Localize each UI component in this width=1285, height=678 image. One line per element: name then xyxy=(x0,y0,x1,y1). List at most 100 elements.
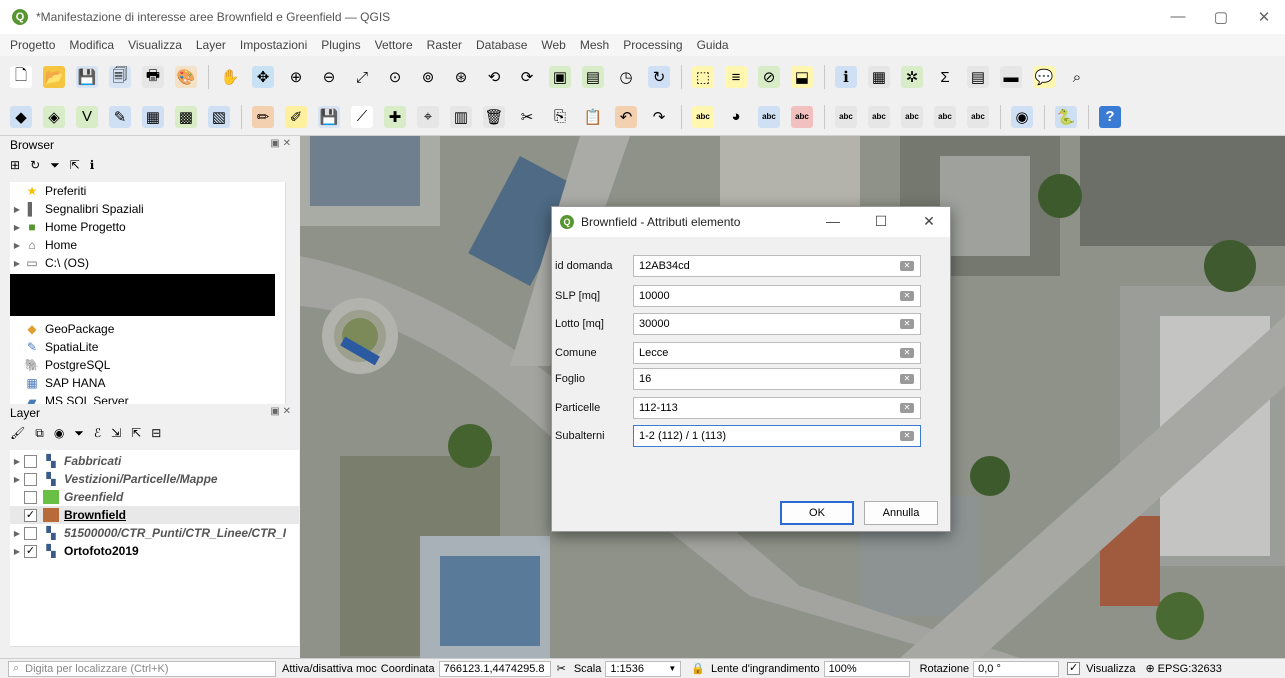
clear-field-icon[interactable]: ✕ xyxy=(900,319,914,329)
paste-features-icon[interactable]: 📋 xyxy=(582,105,604,128)
annotation-icon[interactable]: 💬 xyxy=(1033,66,1055,88)
lotto-input[interactable]: 30000 ✕ xyxy=(633,313,921,335)
dialog-close-button[interactable]: ✕ xyxy=(920,213,938,230)
zoom-in-icon[interactable]: ⊕ xyxy=(285,66,307,88)
new-project-icon[interactable]: 🗋 xyxy=(10,66,32,88)
highlight-labels-icon[interactable]: abc xyxy=(758,105,780,128)
render-checkbox[interactable]: ✓ xyxy=(1067,662,1081,675)
filter-browser-icon[interactable]: ⏷ xyxy=(50,158,60,173)
statistics-icon[interactable]: Σ xyxy=(934,66,956,88)
collapse-all-icon[interactable]: ⇱ xyxy=(70,158,80,172)
measure-icon[interactable]: ▤ xyxy=(967,66,989,88)
minimize-button[interactable]: — xyxy=(1168,8,1188,25)
add-feature-icon[interactable]: ✚ xyxy=(384,105,406,128)
cut-features-icon[interactable]: ✂ xyxy=(516,105,538,128)
menu-database[interactable]: Database xyxy=(476,38,527,52)
close-window-button[interactable]: ✕ xyxy=(1254,8,1274,26)
menu-raster[interactable]: Raster xyxy=(427,38,462,52)
zoom-next-icon[interactable]: ⟳ xyxy=(516,66,538,88)
menu-progetto[interactable]: Progetto xyxy=(10,38,55,52)
rotate-label-icon[interactable]: abc xyxy=(901,105,923,128)
save-edits-icon[interactable]: 💾 xyxy=(318,105,340,128)
crs-globe-icon[interactable]: ⊕ xyxy=(1145,662,1154,675)
layers-dock-controls[interactable]: ▣ ✕ xyxy=(270,406,291,417)
menu-web[interactable]: Web xyxy=(541,38,565,52)
toggle-editing-icon[interactable]: ✐ xyxy=(285,105,307,128)
layer-visibility-checkbox[interactable]: ✓ xyxy=(24,544,37,558)
browser-item[interactable]: ▶ ▌ Segnalibri Spaziali xyxy=(10,200,299,218)
layer-item[interactable]: ▶ ✓ ▚ Ortofoto2019 xyxy=(10,542,299,560)
browser-scrollbar[interactable] xyxy=(285,182,299,406)
expand-arrow-icon[interactable]: ▶ xyxy=(10,259,24,268)
filter-expression-icon[interactable]: ℰ xyxy=(94,426,101,440)
expand-arrow-icon[interactable]: ▶ xyxy=(10,223,24,232)
deselect-icon[interactable]: ⊘ xyxy=(758,66,780,88)
refresh-icon[interactable]: ↻ xyxy=(648,66,670,88)
menu-layer[interactable]: Layer xyxy=(196,38,226,52)
manage-visibility-icon[interactable]: ◉ xyxy=(54,426,64,440)
change-label-icon[interactable]: abc xyxy=(934,105,956,128)
comune-input[interactable]: Lecce ✕ xyxy=(633,342,921,364)
magnifier-spinbox[interactable]: 100% xyxy=(823,660,910,677)
ok-button[interactable]: OK xyxy=(780,501,854,525)
add-mesh-icon[interactable]: ▧ xyxy=(208,105,230,128)
vertex-tool-icon[interactable]: ⌖ xyxy=(417,105,439,128)
browser-item[interactable]: ▦ SAP HANA xyxy=(10,374,299,392)
clear-field-icon[interactable]: ✕ xyxy=(900,431,914,441)
current-edits-icon[interactable]: ✏ xyxy=(252,105,274,128)
layer-diagram-icon[interactable]: ◕ xyxy=(725,105,747,128)
add-virtual-layer-icon[interactable]: ▩ xyxy=(175,105,197,128)
menu-processing[interactable]: Processing xyxy=(623,38,682,52)
filter-legend-icon[interactable]: ⏷ xyxy=(74,426,84,441)
remove-layer-icon[interactable]: ⊟ xyxy=(151,426,161,440)
foglio-input[interactable]: 16 ✕ xyxy=(633,368,921,390)
modify-attributes-icon[interactable]: ▥ xyxy=(450,105,472,128)
subalterni-input[interactable]: 1-2 (112) / 1 (113) ✕ xyxy=(633,425,921,447)
clear-field-icon[interactable]: ✕ xyxy=(900,374,914,384)
clear-field-icon[interactable]: ✕ xyxy=(900,403,914,413)
browser-tree[interactable]: ★ Preferiti ▶ ▌ Segnalibri Spaziali ▶ ■ Home Pr… xyxy=(10,182,299,406)
coordinate-field[interactable]: 766123.1,4474295.8 xyxy=(438,660,551,677)
identify-icon[interactable]: ℹ xyxy=(835,66,857,88)
clear-field-icon[interactable]: ✕ xyxy=(900,348,914,358)
browser-item[interactable]: ▶ ■ Home Progetto xyxy=(10,218,299,236)
dialog-maximize-button[interactable]: ☐ xyxy=(872,213,890,230)
menu-guida[interactable]: Guida xyxy=(697,38,729,52)
layer-visibility-checkbox[interactable] xyxy=(24,472,37,486)
layers-hscrollbar[interactable] xyxy=(10,646,299,658)
layer-item[interactable]: ▶ ▚ Fabbricati xyxy=(10,452,299,470)
temporal-icon[interactable]: ◷ xyxy=(615,66,637,88)
pan-icon[interactable]: ✋ xyxy=(219,66,241,88)
save-as-icon[interactable]: 🗐 xyxy=(109,66,131,88)
properties-icon[interactable]: ℹ xyxy=(90,158,95,172)
redo-icon[interactable]: ↷ xyxy=(648,105,670,128)
add-vector-layer-icon[interactable]: ◆ xyxy=(10,105,32,128)
rotation-spinbox[interactable]: 0,0 ° xyxy=(973,660,1060,677)
crs-button[interactable]: EPSG:32633 xyxy=(1158,663,1222,675)
expand-arrow-icon[interactable]: ▶ xyxy=(10,547,24,556)
layer-item[interactable]: Greenfield xyxy=(10,488,299,506)
zoom-native-icon[interactable]: ⊛ xyxy=(450,66,472,88)
expand-arrow-icon[interactable]: ▶ xyxy=(10,205,24,214)
print-layout-icon[interactable]: 🖶 xyxy=(142,66,164,88)
zoom-last-icon[interactable]: ⟲ xyxy=(483,66,505,88)
maximize-button[interactable]: ▢ xyxy=(1211,8,1231,26)
id-domanda-input[interactable]: 12AB34cd ✕ xyxy=(633,255,921,277)
browser-item[interactable]: ✎ SpatiaLite xyxy=(10,338,299,356)
layer-item[interactable]: ▶ ▚ 51500000/CTR_Punti/CTR_Linee/CTR_I xyxy=(10,524,299,542)
layer-visibility-checkbox[interactable] xyxy=(24,454,37,468)
style-manager-icon[interactable]: 🎨 xyxy=(175,66,197,88)
select-location-icon[interactable]: ⬓ xyxy=(791,66,813,88)
show-hide-labels-icon[interactable]: abc xyxy=(835,105,857,128)
menu-vettore[interactable]: Vettore xyxy=(375,38,413,52)
settings-icon[interactable]: ✲ xyxy=(901,66,923,88)
zoom-selection-icon[interactable]: ⊙ xyxy=(384,66,406,88)
new-bookmark-icon[interactable]: ▣ xyxy=(549,66,571,88)
expand-arrow-icon[interactable]: ▶ xyxy=(10,529,24,538)
pan-to-selection-icon[interactable]: ✥ xyxy=(252,66,274,88)
collapse-all-layers-icon[interactable]: ⇱ xyxy=(131,426,141,440)
scale-combo[interactable]: 1:1536 ▼ xyxy=(605,660,682,677)
attribute-table-icon[interactable]: ▦ xyxy=(868,66,890,88)
clear-field-icon[interactable]: ✕ xyxy=(900,291,914,301)
cancel-button[interactable]: Annulla xyxy=(864,501,938,525)
